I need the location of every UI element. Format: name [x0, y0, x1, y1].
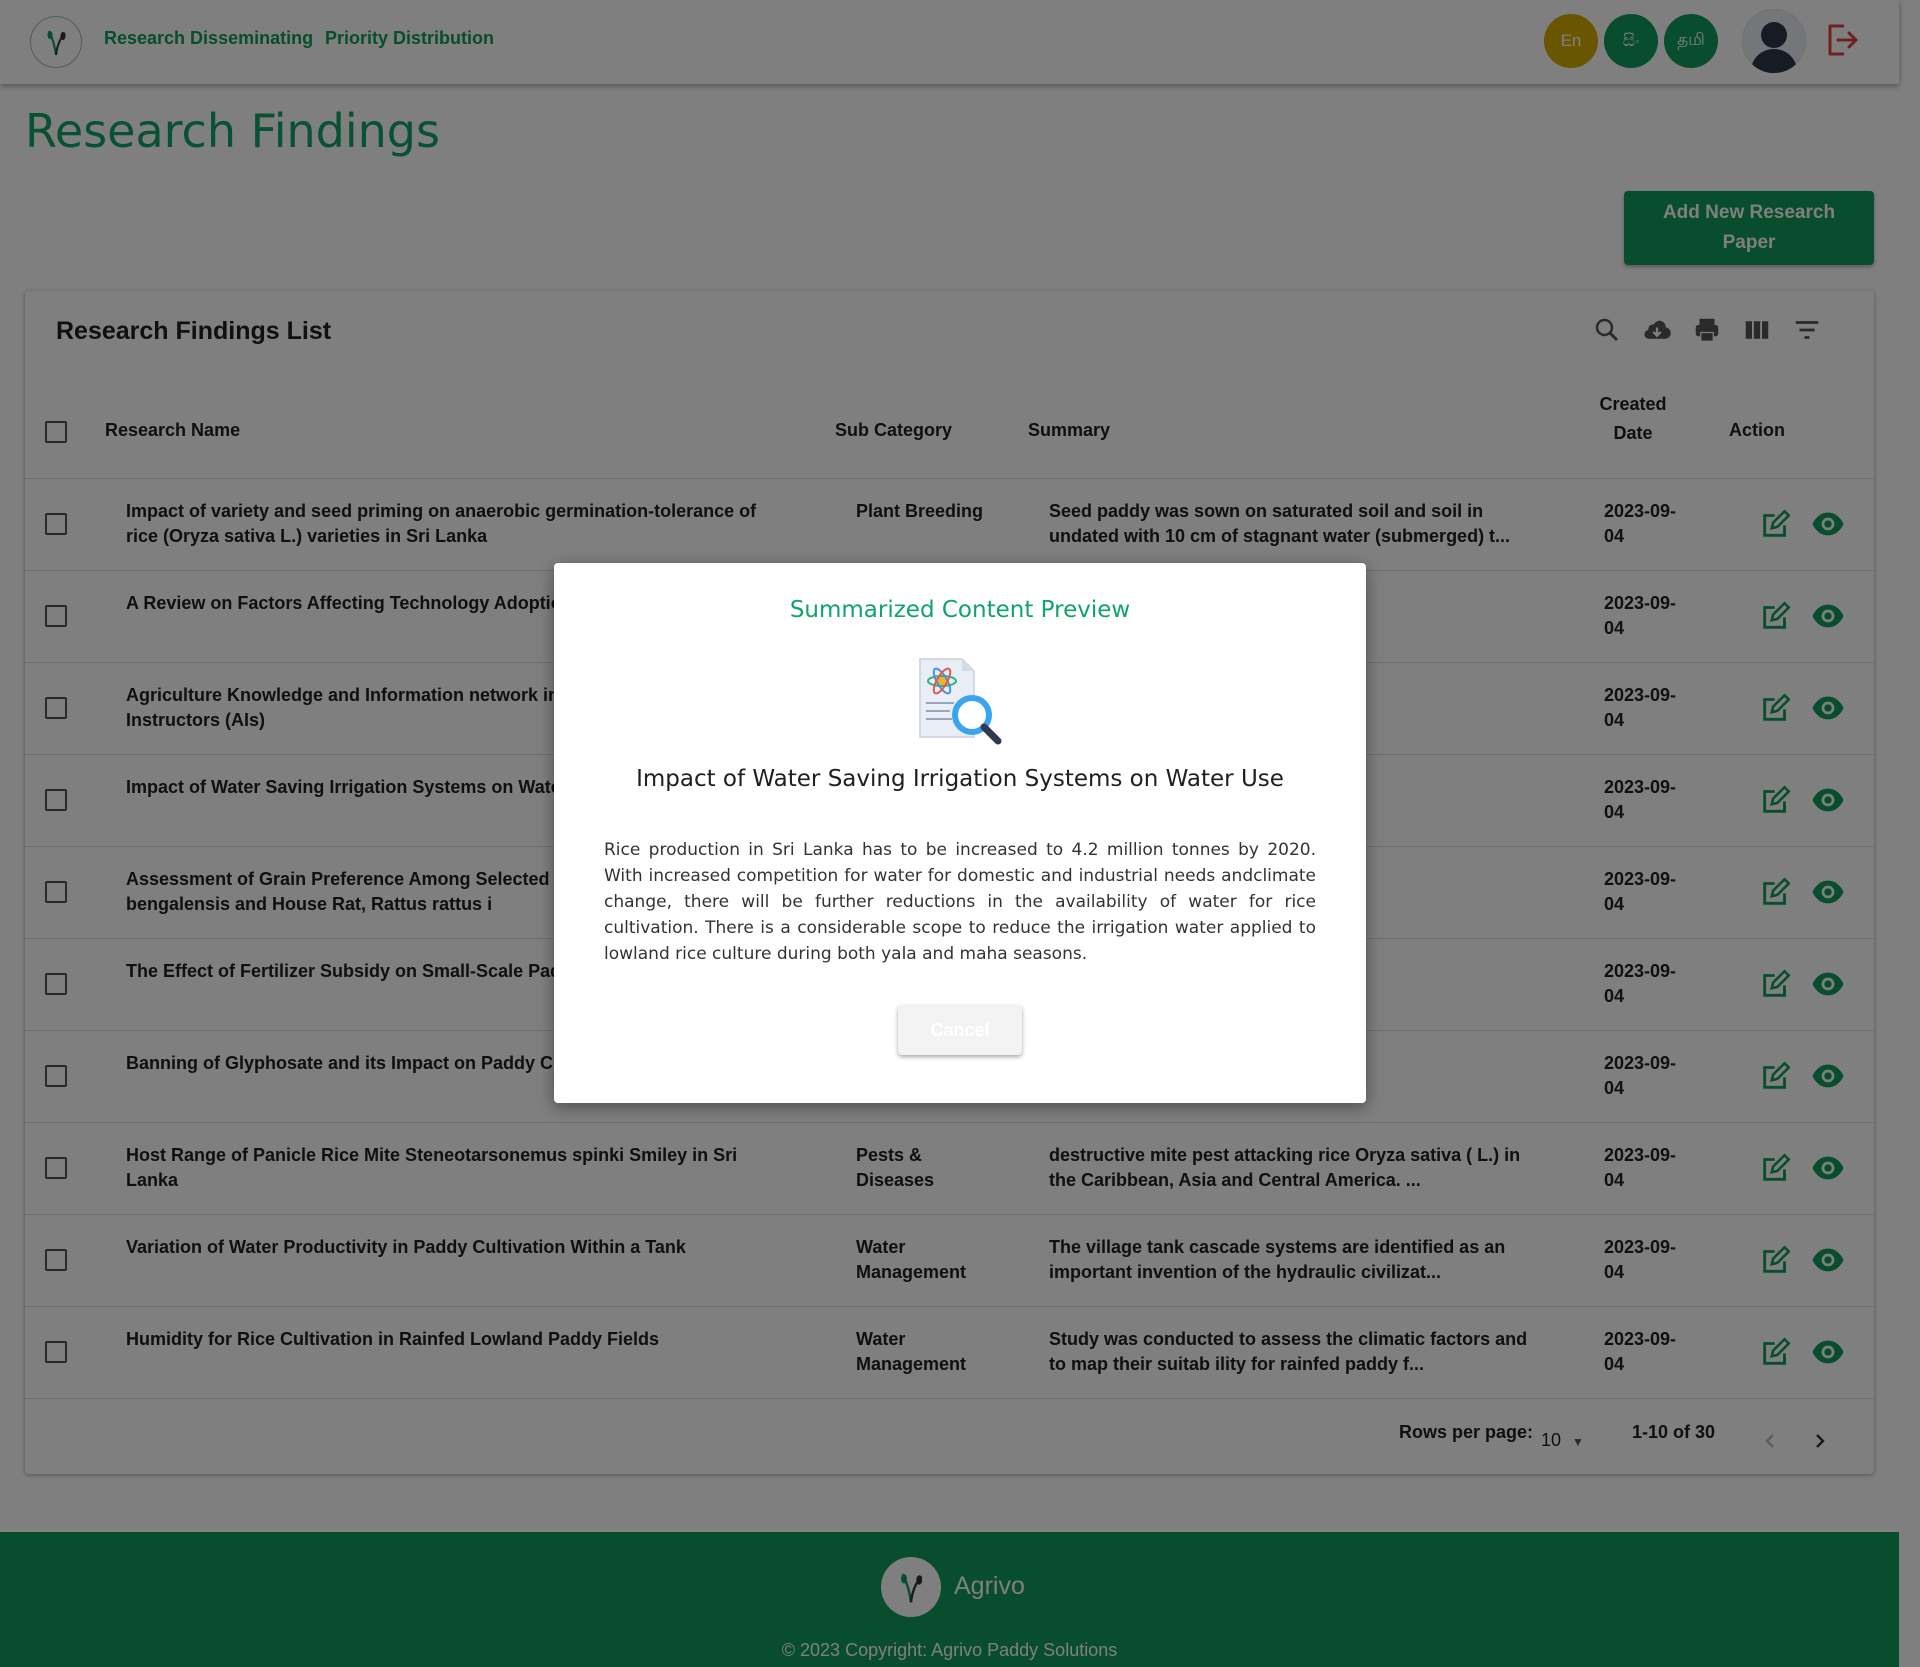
- cancel-button[interactable]: Cancel: [898, 1005, 1022, 1055]
- dialog-heading: Summarized Content Preview: [789, 597, 1131, 623]
- dialog-summary-text: Rice production in Sri Lanka has to be i…: [604, 840, 1316, 964]
- summary-preview-dialog: Summarized Content Preview Impact of Wat…: [554, 563, 1366, 1103]
- document-search-icon: [919, 658, 1002, 745]
- dialog-paper-title: Impact of Water Saving Irrigation System…: [636, 766, 1284, 792]
